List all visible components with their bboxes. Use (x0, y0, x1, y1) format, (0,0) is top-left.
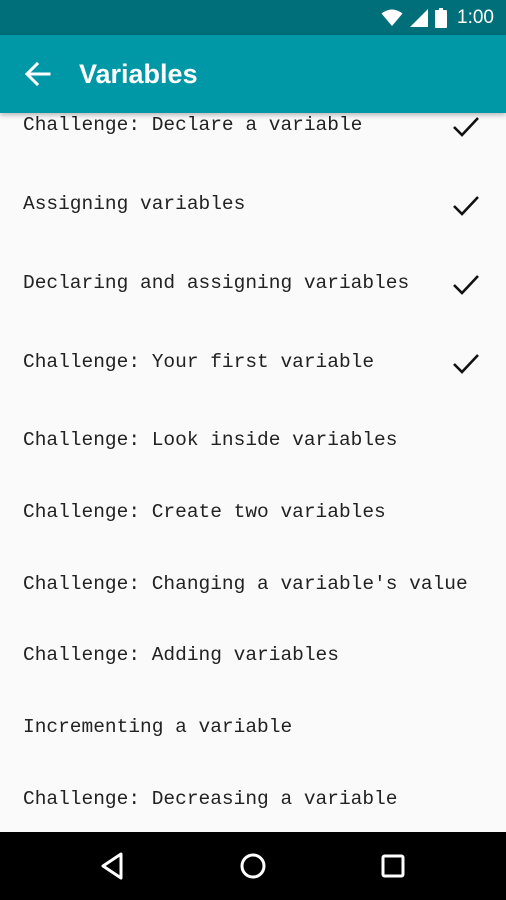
list-item-label: Incrementing a variable (23, 716, 293, 738)
list-item-label: Challenge: Changing a variable's value (23, 573, 468, 595)
back-button[interactable] (18, 55, 58, 93)
list-item-label: Challenge: Declare a variable (23, 114, 363, 136)
nav-recents-icon[interactable] (375, 848, 411, 884)
check-icon (453, 354, 479, 374)
battery-icon (435, 7, 448, 28)
status-bar: 1:00 (0, 0, 506, 35)
status-time: 1:00 (457, 6, 494, 28)
list-item-label: Challenge: Adding variables (23, 644, 339, 666)
list-item-label: Challenge: Your first variable (23, 351, 375, 373)
list-item-label: Declaring and assigning variables (23, 272, 410, 294)
nav-home-icon[interactable] (235, 848, 271, 884)
list-item-label: Assigning variables (23, 193, 246, 215)
navigation-bar (0, 832, 506, 900)
nav-back-icon[interactable] (95, 848, 131, 884)
status-icons: 1:00 (381, 0, 494, 35)
lesson-list[interactable]: Challenge: Declare a variable Assigning … (0, 113, 506, 832)
list-item-label: Challenge: Create two variables (23, 501, 386, 523)
check-icon (453, 275, 479, 295)
wifi-icon (381, 9, 403, 26)
list-item-label: Challenge: Decreasing a variable (23, 788, 398, 810)
app-bar: Variables (0, 35, 506, 113)
page-title: Variables (79, 59, 198, 89)
arrow-back-icon (25, 62, 51, 86)
list-item-label: Challenge: Look inside variables (23, 429, 398, 451)
cell-signal-icon (410, 8, 429, 27)
check-icon (453, 117, 479, 137)
check-icon (453, 196, 479, 216)
